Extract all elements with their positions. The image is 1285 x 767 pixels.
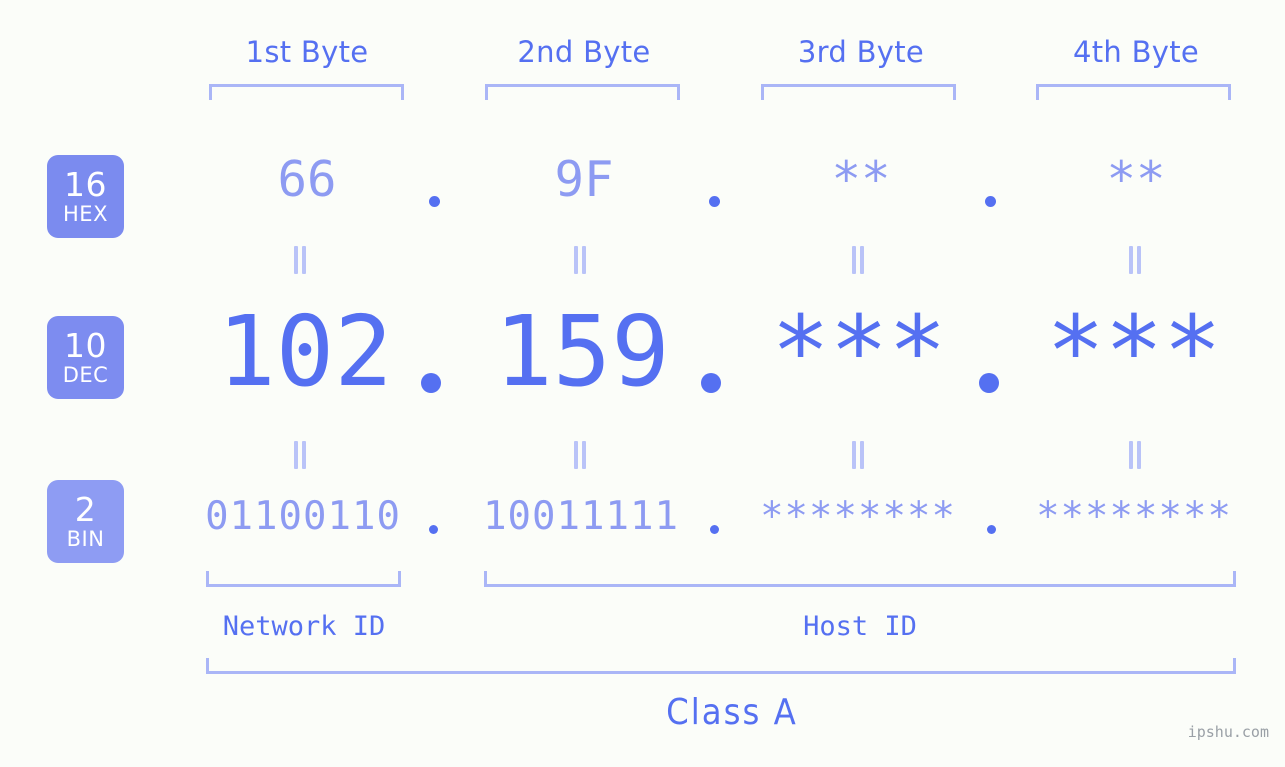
equivalence-mark-hex-dec-2 [573,246,587,274]
equivalence-mark-dec-bin-2 [573,441,587,469]
hex-octet-4: ** [1106,151,1166,208]
bin-dot-separator-2 [710,525,719,534]
host-id-bracket [484,571,1236,587]
equivalence-mark-hex-dec-4 [1128,246,1142,274]
hex-octet-1: 66 [277,151,337,208]
byte-header-2: 2nd Byte [517,35,651,69]
hex-dot-separator-2 [709,196,720,207]
dec-dot-separator-2 [701,373,721,393]
bin-octet-2: 10011111 [483,494,679,539]
radix-badge-hex-label: HEX [63,202,108,226]
hex-dot-separator-3 [985,196,996,207]
network-id-bracket [206,571,401,587]
radix-badge-bin: 2 BIN [47,480,124,563]
byte-header-1: 1st Byte [245,35,369,69]
equivalence-mark-hex-dec-1 [293,246,307,274]
dec-octet-1: 102 [217,295,393,408]
radix-badge-hex-number: 16 [64,165,107,204]
byte-header-3: 3rd Byte [797,35,925,69]
equivalence-mark-hex-dec-3 [851,246,865,274]
radix-badge-dec: 10 DEC [47,316,124,399]
hex-octet-3: ** [831,151,891,208]
byte-bracket-4 [1036,84,1231,100]
radix-badge-bin-label: BIN [66,527,105,551]
byte-bracket-3 [761,84,956,100]
bin-dot-separator-3 [987,525,996,534]
dec-octet-2: 159 [494,295,670,408]
dec-dot-separator-3 [979,373,999,393]
class-label: Class A [666,692,798,733]
hex-octet-2: 9F [554,151,614,208]
hex-dot-separator-1 [429,196,440,207]
byte-bracket-2 [485,84,680,100]
byte-bracket-1 [209,84,404,100]
radix-badge-dec-number: 10 [64,326,107,365]
network-id-label: Network ID [222,611,386,642]
radix-badge-bin-number: 2 [74,490,97,529]
class-bracket [206,658,1236,674]
dec-dot-separator-1 [421,373,441,393]
host-id-label: Host ID [803,611,917,642]
equivalence-mark-dec-bin-3 [851,441,865,469]
dec-octet-3: *** [771,295,947,408]
bin-octet-4: ******** [1036,494,1232,539]
dec-octet-4: *** [1046,295,1222,408]
equivalence-mark-dec-bin-4 [1128,441,1142,469]
site-watermark: ipshu.com [1187,723,1269,741]
radix-badge-hex: 16 HEX [47,155,124,238]
ip-address-breakdown-diagram: 1st Byte 2nd Byte 3rd Byte 4th Byte 16 H… [0,0,1285,767]
bin-octet-1: 01100110 [205,494,401,539]
radix-badge-dec-label: DEC [62,363,109,387]
bin-octet-3: ******** [760,494,956,539]
equivalence-mark-dec-bin-1 [293,441,307,469]
bin-dot-separator-1 [429,525,438,534]
byte-header-4: 4th Byte [1072,35,1200,69]
